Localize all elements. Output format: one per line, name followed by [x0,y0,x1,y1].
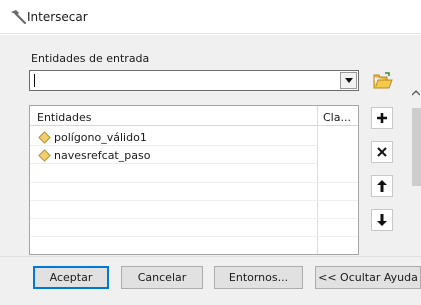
hide-help-button[interactable]: << Ocultar Ayuda [315,266,421,289]
window-title: Intersecar [27,10,88,24]
open-folder-icon [373,72,393,89]
title-bar: Intersecar [0,0,421,34]
empty-row-line [30,236,358,237]
table-header: Entidades Cla... [30,106,358,126]
ok-button[interactable]: Aceptar [33,266,109,289]
polygon-layer-icon [38,131,51,144]
add-icon [377,113,387,123]
text-caret [34,74,35,87]
polygon-layer-icon [38,149,51,162]
column-header-entidades[interactable]: Entidades [37,111,92,124]
table-row[interactable]: polígono_válido1 [30,128,317,146]
scroll-up-icon[interactable] [412,89,420,97]
add-row-button[interactable] [371,107,393,129]
browse-folder-button[interactable] [372,70,394,92]
scrollbar-thumb[interactable] [412,108,421,186]
chevron-down-icon [344,78,353,83]
environments-button[interactable]: Entornos... [214,266,303,289]
move-up-button[interactable] [371,175,393,197]
remove-row-button[interactable] [371,141,393,163]
layer-name: polígono_válido1 [54,131,147,144]
cancel-button[interactable]: Cancelar [121,266,203,289]
hammer-icon [11,10,27,25]
dialog-footer: Aceptar Cancelar Entornos... << Ocultar … [0,256,421,305]
column-header-clase[interactable]: Cla... [323,111,351,124]
empty-row-line [30,182,358,183]
tool-panel: Entidades de entrada Entidades Cla... po… [0,35,421,291]
move-down-button[interactable] [371,209,393,231]
column-divider [317,106,318,254]
move-up-icon [377,180,387,192]
input-features-combo[interactable] [29,70,359,91]
table-row[interactable]: navesrefcat_paso [30,146,317,164]
layer-name: navesrefcat_paso [54,149,151,162]
remove-icon [377,147,387,157]
move-down-icon [377,214,387,226]
features-table: Entidades Cla... polígono_válido1 navesr… [29,105,359,255]
dropdown-arrow-button[interactable] [340,72,357,89]
input-features-label: Entidades de entrada [31,52,150,65]
empty-row-line [30,218,358,219]
empty-row-line [30,200,358,201]
